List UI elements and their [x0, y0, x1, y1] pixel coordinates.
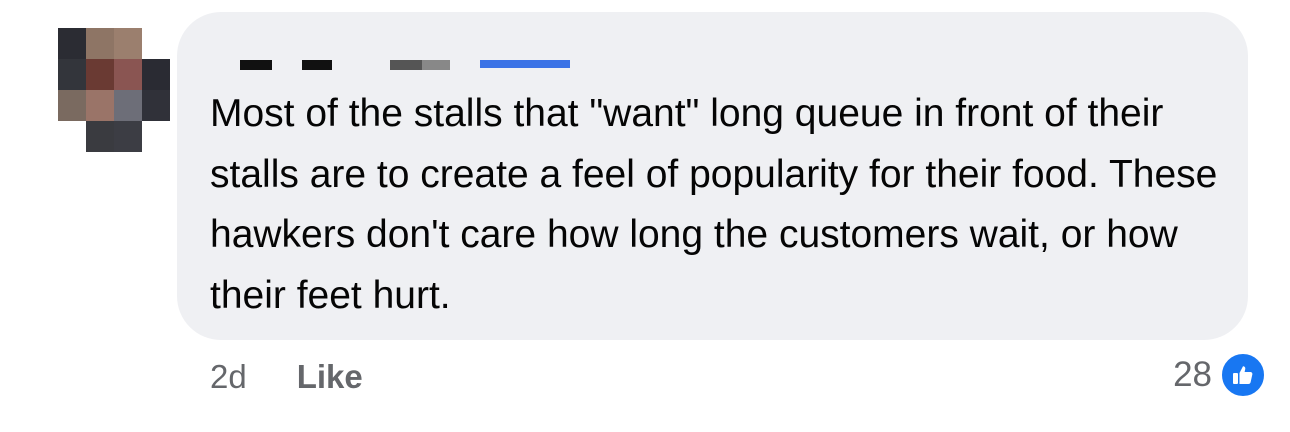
- reaction-summary[interactable]: 28: [1173, 352, 1266, 398]
- avatar[interactable]: [58, 28, 170, 152]
- comment-container: Most of the stalls that "want" long queu…: [0, 0, 1290, 432]
- comment-timestamp[interactable]: 2d: [210, 358, 247, 396]
- thumbs-up-icon: [1220, 352, 1266, 398]
- reaction-count: 28: [1173, 355, 1212, 394]
- like-button[interactable]: Like: [297, 358, 363, 396]
- comment-actions: 2d Like: [210, 358, 363, 396]
- comment-text: Most of the stalls that "want" long queu…: [210, 92, 1218, 317]
